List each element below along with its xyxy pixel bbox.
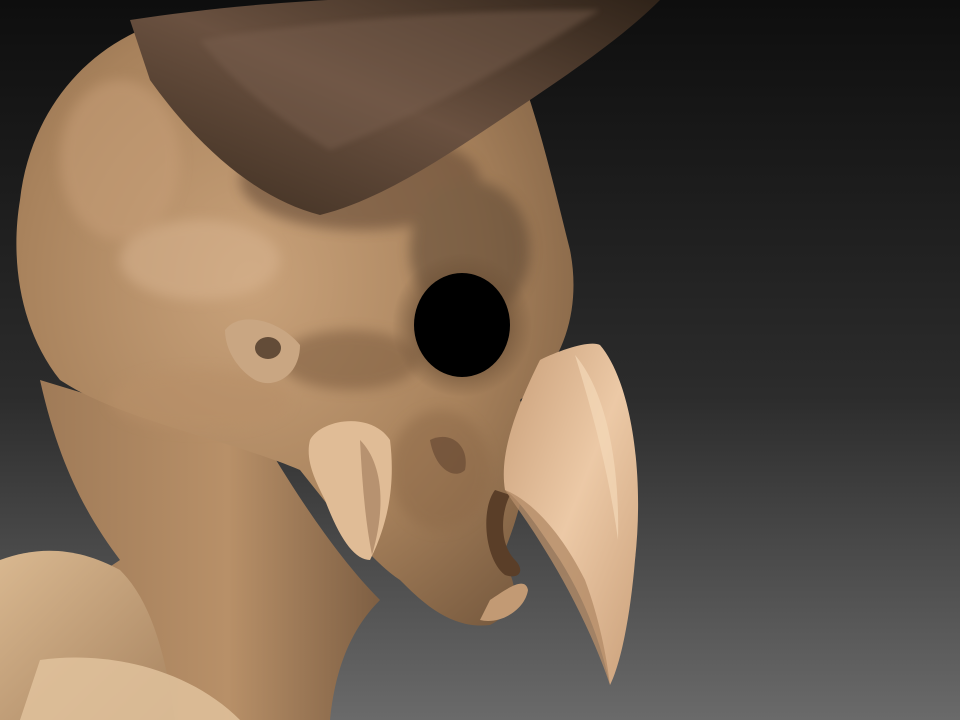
- ear-hole: [255, 337, 281, 359]
- render-viewport: [0, 0, 960, 720]
- eye-socket: [414, 273, 510, 377]
- creature-render: [0, 0, 960, 720]
